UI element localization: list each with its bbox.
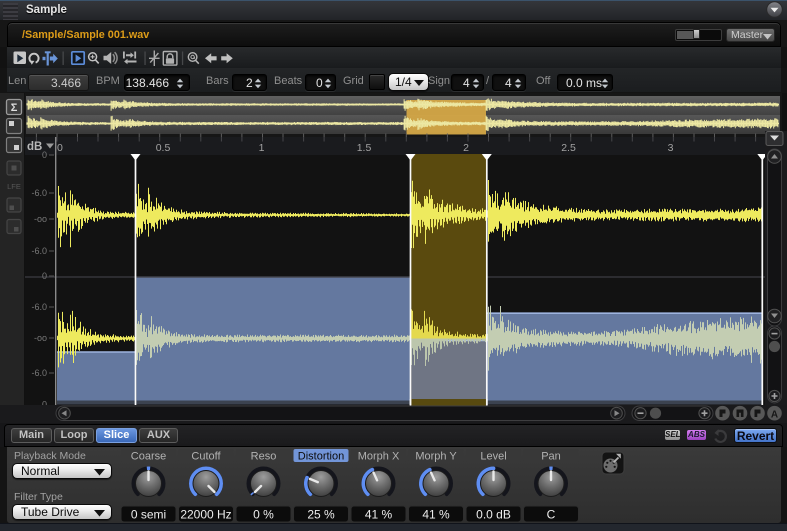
svg-text:Σ: Σ <box>11 102 18 114</box>
svg-text:-6.0: -6.0 <box>31 368 47 378</box>
svg-text:2.5: 2.5 <box>561 142 576 154</box>
svg-text:Pan: Pan <box>541 451 561 463</box>
svg-text:Cutoff: Cutoff <box>191 451 221 463</box>
svg-text:-oo: -oo <box>34 333 47 343</box>
svg-text:Level: Level <box>480 451 506 463</box>
svg-text:1.5: 1.5 <box>357 142 372 154</box>
svg-text:25 %: 25 % <box>307 508 335 522</box>
svg-text:41 %: 41 % <box>365 508 393 522</box>
svg-text:dB: dB <box>27 141 42 153</box>
svg-text:-oo: -oo <box>34 214 47 224</box>
svg-text:0: 0 <box>42 150 47 160</box>
svg-text:0: 0 <box>57 142 63 154</box>
svg-text:0 semi: 0 semi <box>131 508 166 522</box>
svg-text:22000 Hz: 22000 Hz <box>180 508 231 522</box>
svg-text:3: 3 <box>668 142 674 154</box>
svg-text:C: C <box>547 508 556 522</box>
svg-text:1: 1 <box>259 142 265 154</box>
svg-text:0: 0 <box>42 271 47 281</box>
svg-text:0 %: 0 % <box>253 508 274 522</box>
svg-text:0.5: 0.5 <box>156 142 171 154</box>
svg-text:Reso: Reso <box>251 451 277 463</box>
svg-text:-6.0: -6.0 <box>31 302 47 312</box>
svg-text:-6.0: -6.0 <box>31 188 47 198</box>
svg-text:Morph X: Morph X <box>358 451 400 463</box>
svg-text:Morph Y: Morph Y <box>415 451 457 463</box>
svg-text:Distortion: Distortion <box>298 451 344 463</box>
svg-text:2: 2 <box>463 142 469 154</box>
svg-text:A: A <box>771 410 778 421</box>
svg-text:41 %: 41 % <box>422 508 450 522</box>
svg-text:0.0 dB: 0.0 dB <box>476 508 511 522</box>
svg-text:Coarse: Coarse <box>131 451 166 463</box>
svg-text:-6.0: -6.0 <box>31 246 47 256</box>
svg-text:LFE: LFE <box>7 182 21 191</box>
